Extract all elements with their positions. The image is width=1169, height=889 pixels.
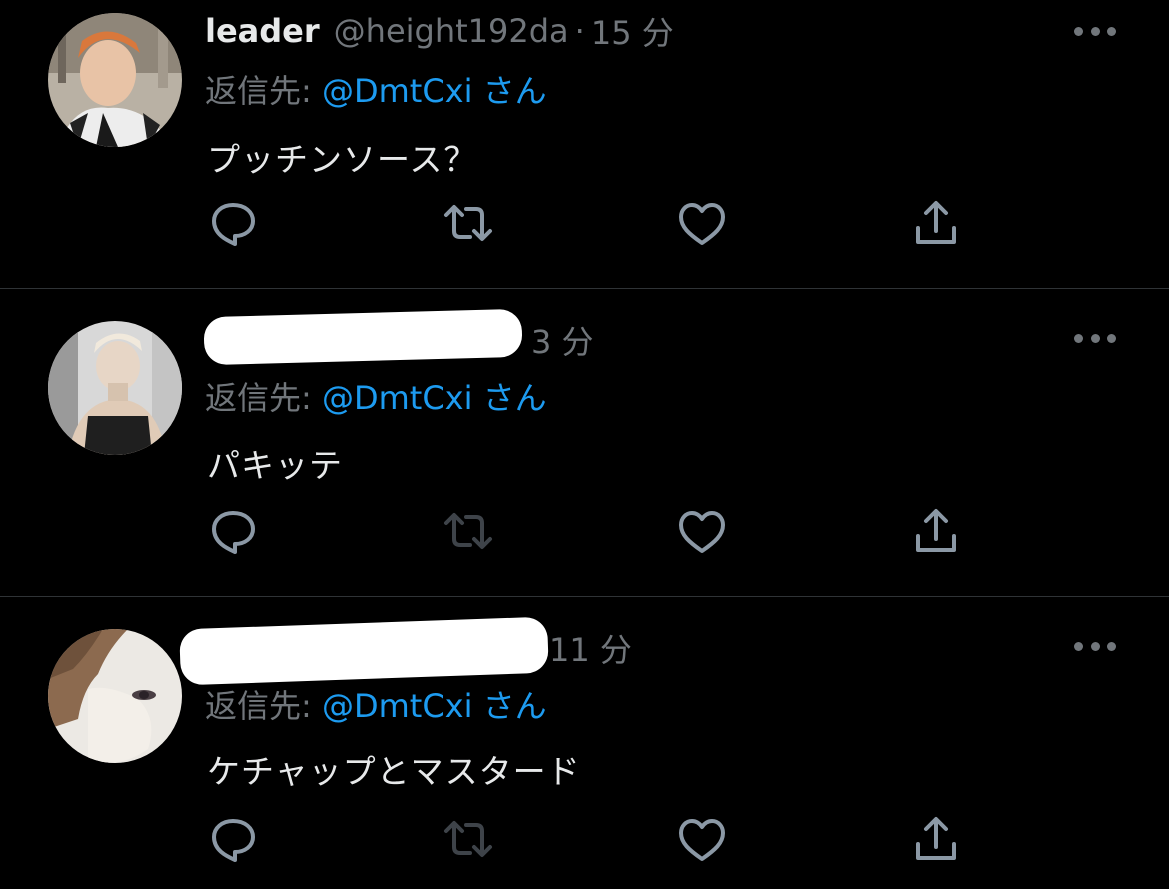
more-options-icon[interactable] (1074, 25, 1116, 37)
tweet-text: パキッテ (207, 446, 343, 485)
timestamp[interactable]: 11 分 (549, 625, 632, 671)
share-icon[interactable] (911, 506, 961, 556)
reply-to-line: 返信先: @DmtCxi さん (205, 373, 547, 419)
timestamp[interactable]: 3 分 (531, 317, 594, 363)
more-options-icon[interactable] (1074, 332, 1116, 344)
retweet-icon[interactable] (443, 198, 493, 248)
share-icon[interactable] (911, 198, 961, 248)
tweet[interactable]: 11 分 返信先: @DmtCxi さん ケチャップとマスタード (0, 597, 1169, 889)
reply-mention-link[interactable]: @DmtCxi (322, 379, 473, 417)
retweet-icon[interactable] (443, 814, 493, 864)
reply-icon[interactable] (208, 506, 258, 556)
separator: · (574, 12, 585, 50)
reply-icon[interactable] (208, 198, 258, 248)
avatar[interactable] (48, 629, 182, 763)
tweet[interactable]: leader @height192da · 15 分 返信先: @DmtCxi … (0, 0, 1169, 288)
reply-suffix[interactable]: さん (483, 379, 547, 417)
reply-prefix: 返信先: (205, 687, 312, 725)
like-icon[interactable] (677, 816, 727, 866)
share-icon[interactable] (911, 814, 961, 864)
more-options-icon[interactable] (1074, 640, 1116, 652)
reply-to-line: 返信先: @DmtCxi さん (205, 66, 547, 112)
user-handle[interactable]: @height192da (334, 12, 569, 50)
reply-suffix[interactable]: さん (483, 687, 547, 725)
tweet[interactable]: 3 分 返信先: @DmtCxi さん パキッテ (0, 289, 1169, 596)
timestamp[interactable]: 15 分 (591, 8, 674, 54)
like-icon[interactable] (677, 508, 727, 558)
reply-to-line: 返信先: @DmtCxi さん (205, 681, 547, 727)
avatar[interactable] (48, 13, 182, 147)
tweet-header: leader @height192da · 15 分 (205, 6, 674, 56)
display-name[interactable]: leader (205, 12, 320, 50)
redaction-mark (179, 616, 549, 686)
reply-suffix[interactable]: さん (483, 72, 547, 110)
reply-mention-link[interactable]: @DmtCxi (322, 687, 473, 725)
reply-icon[interactable] (208, 814, 258, 864)
like-icon[interactable] (677, 200, 727, 250)
redaction-mark (203, 308, 523, 366)
retweet-icon[interactable] (443, 506, 493, 556)
tweet-text: プッチンソース？ (207, 140, 478, 179)
reply-prefix: 返信先: (205, 379, 312, 417)
tweet-text: ケチャップとマスタード (207, 752, 581, 791)
reply-mention-link[interactable]: @DmtCxi (322, 72, 473, 110)
reply-prefix: 返信先: (205, 72, 312, 110)
avatar[interactable] (48, 321, 182, 455)
